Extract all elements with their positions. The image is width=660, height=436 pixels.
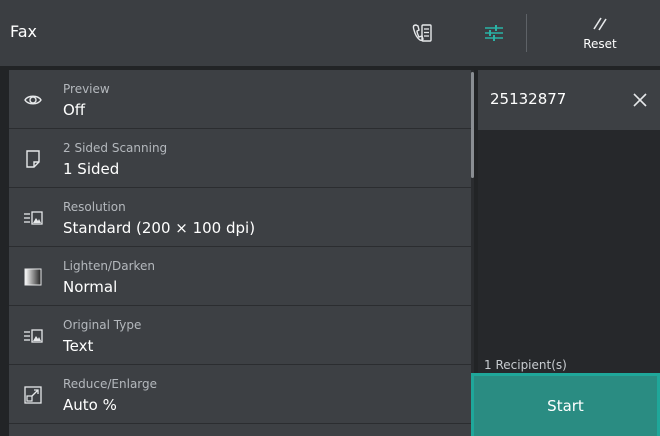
- feature-item-original-type[interactable]: Original Type Text: [9, 306, 471, 365]
- feature-label: Original Type: [63, 318, 142, 332]
- feature-item-lighten-darken[interactable]: Lighten/Darken Normal: [9, 247, 471, 306]
- feature-label: Reduce/Enlarge: [63, 377, 158, 391]
- fax-screen: Fax Reset Preview Off 2 Sided Scanning 1…: [0, 0, 660, 436]
- reset-icon: [593, 17, 607, 31]
- page-icon: [26, 150, 40, 168]
- recipient-count: 1 Recipient(s): [484, 358, 567, 372]
- eye-icon: [24, 95, 42, 105]
- feature-item-reduce-enlarge[interactable]: Reduce/Enlarge Auto %: [9, 365, 471, 424]
- feature-item-2-sided-scanning[interactable]: 2 Sided Scanning 1 Sided: [9, 129, 471, 188]
- header-bar: Fax Reset: [0, 0, 660, 66]
- feature-value: Text: [63, 337, 94, 355]
- feature-value: Standard (200 × 100 dpi): [63, 219, 256, 237]
- scrollbar-thumb[interactable]: [471, 72, 474, 178]
- feature-item-resolution[interactable]: Resolution Standard (200 × 100 dpi): [9, 188, 471, 247]
- feature-list: Preview Off 2 Sided Scanning 1 Sided Res…: [9, 70, 471, 436]
- recipient-number: 25132877: [490, 90, 567, 108]
- feature-value: Auto %: [63, 396, 117, 414]
- gradient-icon: [24, 268, 42, 286]
- reset-button[interactable]: Reset: [560, 0, 640, 66]
- sliders-icon: [485, 25, 503, 41]
- feature-label: Lighten/Darken: [63, 259, 156, 273]
- feature-label: Resolution: [63, 200, 126, 214]
- app-title: Fax: [10, 22, 38, 41]
- feature-value: 1 Sided: [63, 160, 120, 178]
- close-icon[interactable]: [628, 88, 652, 112]
- address-book-button[interactable]: [402, 0, 442, 66]
- settings-button[interactable]: [474, 0, 514, 66]
- feature-label: Preview: [63, 82, 110, 96]
- address-book-icon: [412, 24, 432, 42]
- feature-item-preview[interactable]: Preview Off: [9, 70, 471, 129]
- reduce-enlarge-icon: [24, 386, 42, 404]
- feature-label: 2 Sided Scanning: [63, 141, 168, 155]
- header-divider: [526, 14, 527, 52]
- feature-value: Normal: [63, 278, 118, 296]
- reset-label: Reset: [583, 37, 617, 51]
- feature-value: Off: [63, 101, 86, 119]
- original-type-icon: [24, 329, 43, 343]
- recipient-item[interactable]: 25132877: [478, 70, 660, 130]
- resolution-icon: [24, 211, 43, 225]
- start-button[interactable]: Start: [471, 373, 660, 436]
